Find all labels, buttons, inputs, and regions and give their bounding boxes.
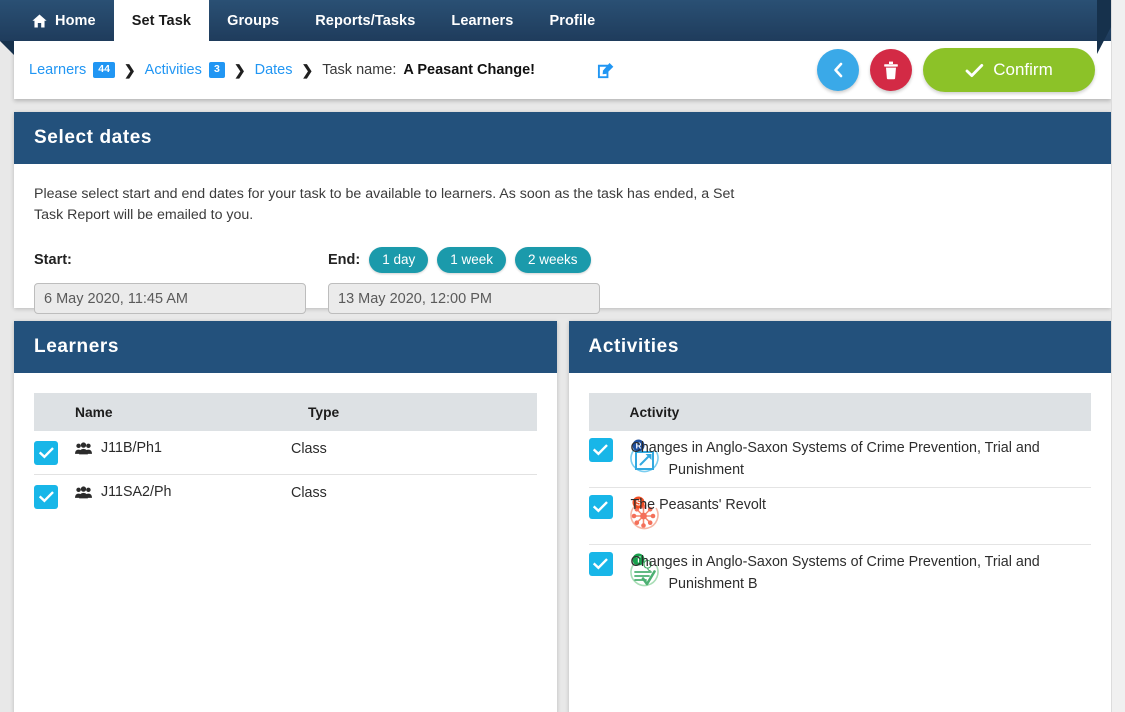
selection-panels: Learners Name Type J11B/Ph1 Class J11SA2… <box>14 321 1111 712</box>
page-scrollbar[interactable] <box>1111 0 1125 712</box>
activities-table-header: Activity <box>588 393 1091 431</box>
end-date-input[interactable] <box>328 283 600 315</box>
select-dates-title: Select dates <box>14 112 1111 164</box>
task-name-label: Task name: <box>322 62 397 78</box>
quick-date-2-weeks[interactable]: 2 weeks <box>515 246 591 274</box>
nav-tab-label: Set Task <box>131 12 192 29</box>
check-icon <box>38 491 54 503</box>
breadcrumb-bar: Learners 44 ❯ Activities 3 ❯ Dates ❯ Tas… <box>0 41 1111 99</box>
nav-tab-groups[interactable]: Groups <box>209 0 297 41</box>
edit-pencil-icon[interactable] <box>595 59 617 81</box>
start-date-group: Start: <box>34 244 306 315</box>
learner-name: J11B/Ph1 <box>101 440 162 456</box>
back-button[interactable] <box>817 49 859 91</box>
nav-tab-label: Profile <box>549 12 596 29</box>
main-navigation: Home Set Task Groups Reports/Tasks Learn… <box>0 0 1125 54</box>
check-icon <box>38 447 54 459</box>
breadcrumb-ribbon-fold <box>0 41 14 55</box>
chevron-right-icon: ❯ <box>301 61 314 78</box>
learners-table-header: Name Type <box>34 393 537 431</box>
quick-date-1-week[interactable]: 1 week <box>437 246 507 274</box>
learner-name-cell: J11B/Ph1 <box>58 440 291 456</box>
learners-table: Name Type J11B/Ph1 Class J11SA2/Ph Class <box>14 373 557 712</box>
breadcrumb: Learners 44 ❯ Activities 3 ❯ Dates ❯ Tas… <box>29 62 535 79</box>
learners-panel: Learners Name Type J11B/Ph1 Class J11SA2… <box>14 321 557 712</box>
activities-panel: Activities Activity R Changes in Anglo-S… <box>568 321 1112 712</box>
end-date-group: End: 1 day 1 week 2 weeks <box>328 244 600 315</box>
nav-tab-home[interactable]: Home <box>14 0 114 41</box>
activity-label: Changes in Anglo-Saxon Systems of Crime … <box>630 554 1040 593</box>
breadcrumb-actions: Confirm <box>817 48 1095 92</box>
end-date-label: End: <box>328 252 361 269</box>
check-icon <box>593 501 608 513</box>
nav-tab-label: Groups <box>227 12 280 29</box>
learner-type: Class <box>291 485 327 501</box>
trash-icon <box>884 61 898 79</box>
start-date-label: Start: <box>34 252 72 269</box>
breadcrumb-item-learners[interactable]: Learners <box>29 62 86 78</box>
breadcrumb-badge-activities: 3 <box>208 62 225 78</box>
learner-name-cell: J11SA2/Ph <box>58 484 291 500</box>
quick-date-1-day[interactable]: 1 day <box>369 246 429 274</box>
check-icon <box>593 444 608 456</box>
activity-label: The Peasants' Revolt <box>630 497 766 514</box>
task-name-value: A Peasant Change! <box>403 62 535 78</box>
confirm-button[interactable]: Confirm <box>923 48 1095 92</box>
row-checkbox[interactable] <box>588 552 613 577</box>
column-header-activity: Activity <box>629 404 680 420</box>
activities-table: Activity R Changes in Anglo-Saxon System… <box>569 373 1112 712</box>
nav-tab-label: Home <box>55 12 96 29</box>
nav-tab-profile[interactable]: Profile <box>531 0 613 41</box>
nav-tab-learners[interactable]: Learners <box>433 0 531 41</box>
row-checkbox[interactable] <box>588 495 613 520</box>
check-icon <box>593 558 608 570</box>
learners-panel-title: Learners <box>14 321 557 373</box>
activities-panel-title: Activities <box>568 321 1111 373</box>
nav-tab-reports-tasks[interactable]: Reports/Tasks <box>297 0 433 41</box>
table-row[interactable]: J11SA2/Ph Class <box>34 475 537 518</box>
chevron-left-icon <box>833 62 842 78</box>
column-header-name: Name <box>75 404 113 420</box>
start-date-input[interactable] <box>34 283 306 315</box>
table-row[interactable]: S The Peasants' Revolt <box>588 488 1091 546</box>
select-dates-panel: Select dates Please select start and end… <box>14 112 1111 315</box>
select-dates-description: Please select start and end dates for yo… <box>34 186 735 223</box>
learner-name: J11SA2/Ph <box>101 484 172 500</box>
breadcrumb-item-activities[interactable]: Activities <box>145 62 202 78</box>
nav-tab-label: Reports/Tasks <box>315 12 416 29</box>
row-checkbox[interactable] <box>34 485 58 509</box>
breadcrumb-badge-learners: 44 <box>93 62 115 78</box>
nav-tab-label: Learners <box>451 12 514 29</box>
chevron-right-icon: ❯ <box>233 61 246 78</box>
check-icon <box>965 63 984 77</box>
breadcrumb-item-dates[interactable]: Dates <box>255 62 293 78</box>
table-row[interactable]: R Changes in Anglo-Saxon Systems of Crim… <box>588 431 1091 489</box>
group-icon <box>75 485 92 498</box>
learner-type: Class <box>291 441 327 457</box>
column-header-type: Type <box>308 404 340 420</box>
chevron-right-icon: ❯ <box>123 61 136 78</box>
table-row[interactable]: J11B/Ph1 Class <box>34 431 537 475</box>
row-checkbox[interactable] <box>588 438 613 462</box>
nav-tab-set-task[interactable]: Set Task <box>113 0 210 41</box>
delete-button[interactable] <box>870 49 912 91</box>
confirm-button-label: Confirm <box>993 60 1053 79</box>
group-icon <box>75 441 92 454</box>
home-icon <box>32 14 47 28</box>
table-row[interactable]: Q T Changes in Anglo-Saxon Systems of Cr… <box>588 545 1092 601</box>
row-checkbox[interactable] <box>34 441 58 465</box>
activity-label: Changes in Anglo-Saxon Systems of Crime … <box>630 440 1040 479</box>
